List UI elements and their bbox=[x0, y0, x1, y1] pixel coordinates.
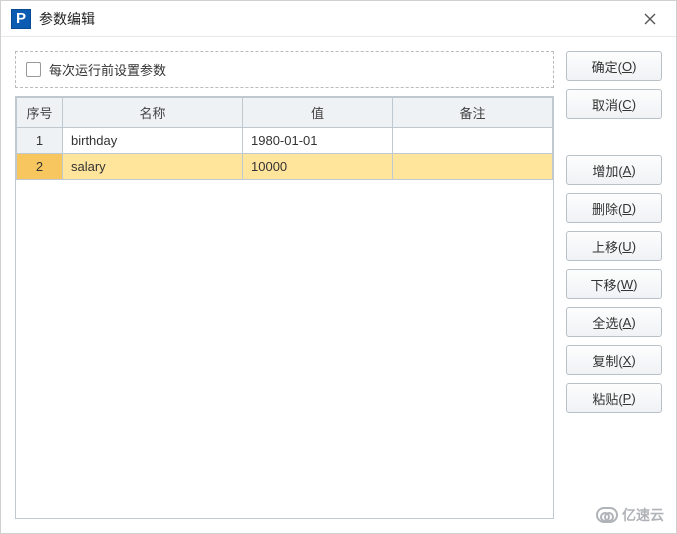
table-body: 1birthday1980-01-012salary10000 bbox=[17, 128, 553, 180]
watermark-icon bbox=[596, 507, 618, 523]
cell-name[interactable]: birthday bbox=[63, 128, 243, 154]
pre-run-checkbox[interactable] bbox=[26, 62, 41, 77]
add-button[interactable]: 增加(A) bbox=[566, 155, 662, 185]
window-title: 参数编辑 bbox=[39, 9, 630, 29]
col-header-value[interactable]: 值 bbox=[243, 98, 393, 128]
copy-button[interactable]: 复制(X) bbox=[566, 345, 662, 375]
close-icon bbox=[644, 13, 656, 25]
cancel-button[interactable]: 取消(C) bbox=[566, 89, 662, 119]
table-row[interactable]: 2salary10000 bbox=[17, 154, 553, 180]
col-header-seq[interactable]: 序号 bbox=[17, 98, 63, 128]
titlebar: P 参数编辑 bbox=[1, 1, 676, 37]
paste-button[interactable]: 粘贴(P) bbox=[566, 383, 662, 413]
content-area: 每次运行前设置参数 序号 名称 值 备注 1birthday1980-01-01… bbox=[1, 37, 676, 533]
button-gap bbox=[566, 127, 662, 147]
parameter-table-wrap: 序号 名称 值 备注 1birthday1980-01-012salary100… bbox=[15, 96, 554, 519]
col-header-note[interactable]: 备注 bbox=[393, 98, 553, 128]
dialog-window: P 参数编辑 每次运行前设置参数 序号 名称 值 备注 bbox=[0, 0, 677, 534]
button-pane: 确定(O) 取消(C) 增加(A) 删除(D) 上移(U) 下移(W) 全选(A… bbox=[566, 51, 662, 519]
parameter-table[interactable]: 序号 名称 值 备注 1birthday1980-01-012salary100… bbox=[16, 97, 553, 180]
pre-run-checkbox-label: 每次运行前设置参数 bbox=[49, 60, 166, 79]
left-pane: 每次运行前设置参数 序号 名称 值 备注 1birthday1980-01-01… bbox=[15, 51, 554, 519]
table-header-row: 序号 名称 值 备注 bbox=[17, 98, 553, 128]
cell-value[interactable]: 10000 bbox=[243, 154, 393, 180]
ok-button[interactable]: 确定(O) bbox=[566, 51, 662, 81]
up-button[interactable]: 上移(U) bbox=[566, 231, 662, 261]
cell-seq[interactable]: 2 bbox=[17, 154, 63, 180]
table-row[interactable]: 1birthday1980-01-01 bbox=[17, 128, 553, 154]
col-header-name[interactable]: 名称 bbox=[63, 98, 243, 128]
pre-run-checkbox-panel[interactable]: 每次运行前设置参数 bbox=[15, 51, 554, 88]
cell-seq[interactable]: 1 bbox=[17, 128, 63, 154]
watermark-text: 亿速云 bbox=[622, 505, 664, 525]
selectall-button[interactable]: 全选(A) bbox=[566, 307, 662, 337]
close-button[interactable] bbox=[630, 4, 670, 34]
cell-note[interactable] bbox=[393, 154, 553, 180]
watermark: 亿速云 bbox=[596, 505, 664, 525]
cell-note[interactable] bbox=[393, 128, 553, 154]
cell-value[interactable]: 1980-01-01 bbox=[243, 128, 393, 154]
cell-name[interactable]: salary bbox=[63, 154, 243, 180]
delete-button[interactable]: 删除(D) bbox=[566, 193, 662, 223]
down-button[interactable]: 下移(W) bbox=[566, 269, 662, 299]
app-icon: P bbox=[11, 9, 31, 29]
